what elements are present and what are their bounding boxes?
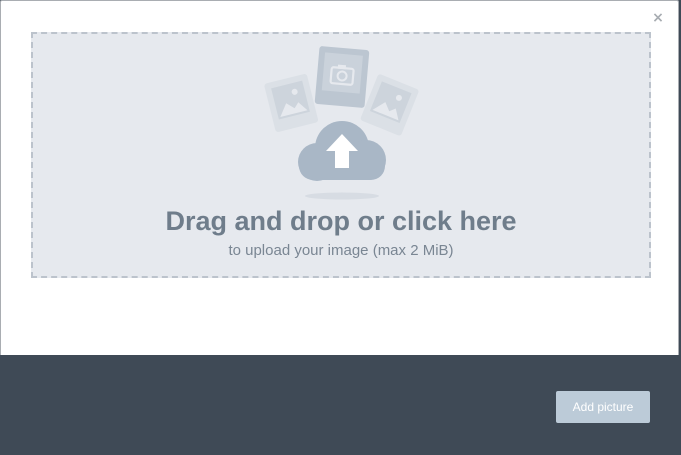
upload-cloud-icon [298,121,386,181]
dropzone-title: Drag and drop or click here [165,206,517,236]
upload-modal: × Drag and drop or click here to upload … [0,0,679,355]
cloud-shadow [305,192,379,200]
upload-illustration [264,46,419,200]
image-dropzone[interactable]: Drag and drop or click here to upload yo… [31,32,651,278]
add-picture-button[interactable]: Add picture [556,391,650,423]
camera-card-icon [314,46,370,108]
close-icon[interactable]: × [651,11,665,25]
image-card-icon [264,74,318,132]
dropzone-subtitle: to upload your image (max 2 MiB) [228,242,454,259]
image-card-icon [360,74,419,136]
